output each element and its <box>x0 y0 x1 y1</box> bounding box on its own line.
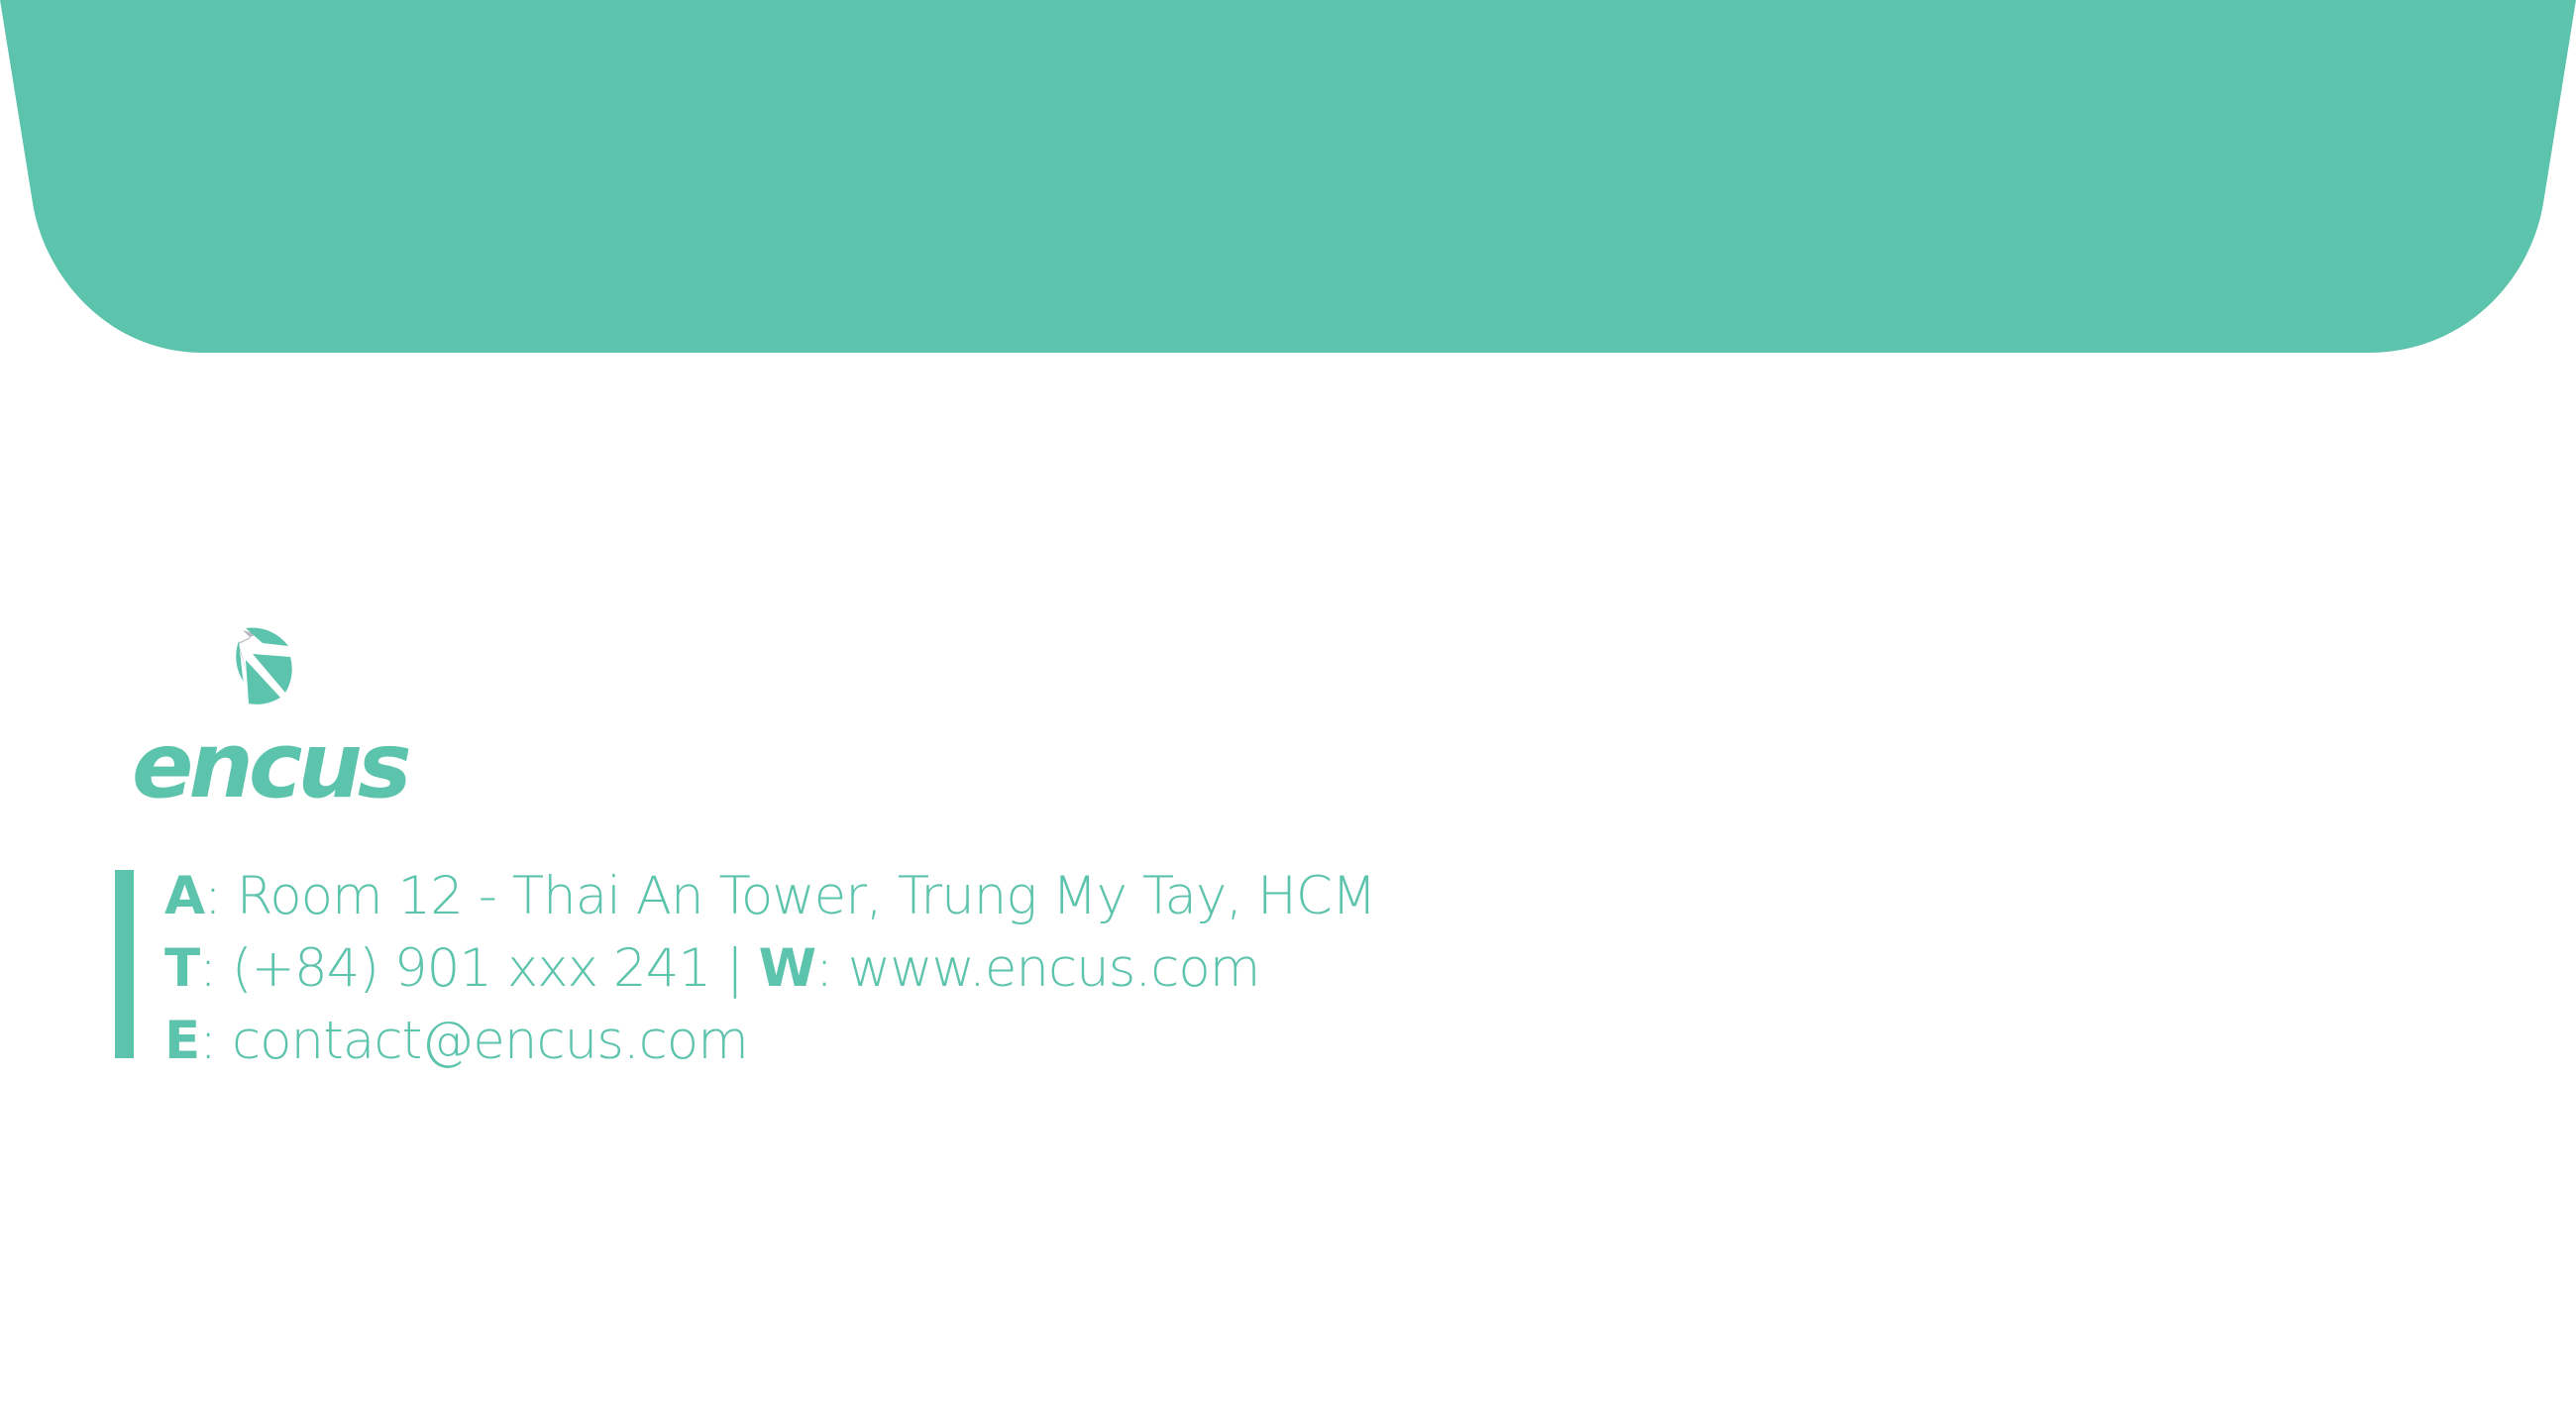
envelope-flap-shape <box>0 0 2576 353</box>
logo-mark-icon <box>236 627 292 704</box>
brand-wordmark: encus <box>132 712 409 805</box>
contact-accent-bar <box>115 870 134 1058</box>
website-separator: : <box>815 938 848 999</box>
email-separator: : <box>199 1011 232 1071</box>
website-link[interactable]: www.encus.com <box>848 938 1261 999</box>
website-label: W <box>758 938 816 999</box>
phone-label: T <box>164 938 200 999</box>
email-line: E: contact@encus.com <box>164 1010 749 1073</box>
logo-mark-segment-left <box>236 641 244 682</box>
address-value: Room 12 - Thai An Tower, Trung My Tay, H… <box>236 866 1377 926</box>
email-label: E <box>164 1011 200 1071</box>
contact-block: A: Room 12 - Thai An Tower, Trung My Tay… <box>115 866 1601 1071</box>
phone-separator: : <box>199 938 232 999</box>
contact-divider: | <box>710 938 759 999</box>
logo-mark-segment-top <box>246 627 288 646</box>
phone-value[interactable]: (+84) 901 xxx 241 <box>232 938 711 999</box>
email-link[interactable]: contact@encus.com <box>232 1011 749 1071</box>
address-line: A: Room 12 - Thai An Tower, Trung My Tay… <box>164 865 1377 928</box>
phone-web-line: T: (+84) 901 xxx 241 | W: www.encus.com <box>164 937 1261 1001</box>
envelope-flap <box>0 0 2576 353</box>
address-separator: : <box>204 866 237 926</box>
encus-logo: encus <box>132 627 414 805</box>
address-label: A <box>164 866 205 926</box>
